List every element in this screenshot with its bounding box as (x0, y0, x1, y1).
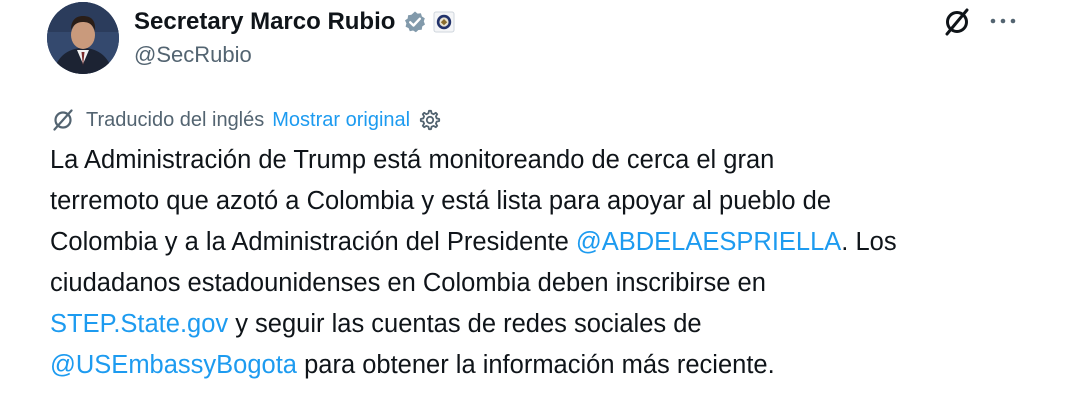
mention-link-abdelaespriella[interactable]: @ABDELAESPRIELLA (576, 228, 841, 256)
translate-icon (50, 108, 76, 132)
tweet-text-segment: para obtener la información más reciente… (297, 351, 775, 379)
translation-bar: Traducido del inglés Mostrar original (50, 106, 442, 134)
avatar[interactable] (47, 2, 119, 74)
more-options-icon[interactable] (988, 6, 1020, 41)
tweet-text-segment: . Los (841, 228, 897, 256)
tweet-text-segment: Colombia y a la Administración del Presi… (50, 228, 576, 256)
tweet-text-segment: y seguir las cuentas de redes sociales d… (228, 310, 702, 338)
author-name-row: Secretary Marco Rubio (134, 5, 455, 39)
tweet-line: @USEmbassyBogota para obtener la informa… (50, 345, 1060, 386)
author-name[interactable]: Secretary Marco Rubio (134, 8, 395, 36)
tweet-line: La Administración de Trump está monitore… (50, 146, 775, 174)
step-state-gov-link[interactable]: STEP.State.gov (50, 310, 228, 338)
gear-icon[interactable] (418, 108, 442, 132)
avatar-photo (47, 2, 119, 74)
tweet-text: La Administración de Trump está monitore… (50, 140, 1060, 386)
tweet-line: ciudadanos estadounidenses en Colombia d… (50, 269, 766, 297)
mention-link-usembassybogota[interactable]: @USEmbassyBogota (50, 351, 297, 379)
show-original-link[interactable]: Mostrar original (272, 109, 410, 132)
author-handle[interactable]: @SecRubio (134, 42, 252, 68)
grok-icon[interactable] (941, 7, 973, 42)
tweet-line: STEP.State.gov y seguir las cuentas de r… (50, 304, 1060, 345)
government-seal-icon[interactable] (433, 11, 455, 33)
verified-badge-icon[interactable] (403, 10, 427, 34)
tweet-line: Colombia y a la Administración del Presi… (50, 222, 1060, 263)
tweet-line: terremoto que azotó a Colombia y está li… (50, 187, 832, 215)
translated-label: Traducido del inglés (86, 108, 265, 131)
